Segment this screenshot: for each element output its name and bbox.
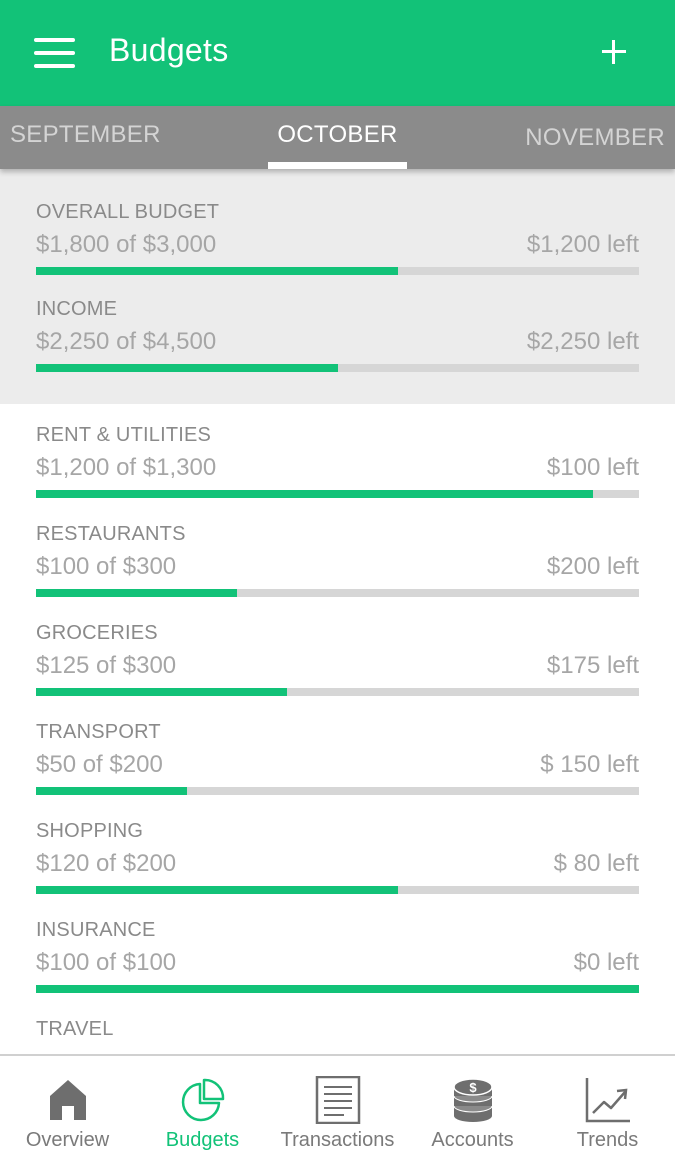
budget-amount: $1,800 of $3,000 bbox=[36, 231, 217, 258]
month-selector: SEPTEMBER OCTOBER NOVEMBER bbox=[0, 106, 675, 169]
tab-accounts[interactable]: $ Accounts bbox=[405, 1056, 540, 1163]
budget-progress-track bbox=[36, 364, 639, 372]
category-row-insurance[interactable]: INSURANCE $100 of $100 $0 left bbox=[36, 919, 639, 1009]
tab-overview[interactable]: Overview bbox=[0, 1056, 135, 1163]
line-chart-icon bbox=[585, 1078, 630, 1123]
category-progress-fill bbox=[36, 985, 639, 993]
month-tab-previous[interactable]: SEPTEMBER bbox=[10, 121, 161, 149]
category-remaining: $100 left bbox=[546, 454, 639, 481]
category-title: TRANSPORT bbox=[36, 721, 161, 743]
tab-label: Transactions bbox=[280, 1129, 395, 1151]
category-progress-fill bbox=[36, 589, 237, 597]
budget-title: OVERALL BUDGET bbox=[36, 201, 220, 223]
category-title: RESTAURANTS bbox=[36, 523, 186, 545]
category-progress-fill bbox=[36, 490, 593, 498]
add-budget-plus-icon[interactable] bbox=[598, 36, 630, 68]
income-row[interactable]: INCOME $2,250 of $4,500 $2,250 left bbox=[36, 298, 639, 388]
category-amount: $50 of $200 bbox=[36, 751, 163, 778]
category-title: SHOPPING bbox=[36, 820, 144, 842]
overall-budget-row[interactable]: OVERALL BUDGET $1,800 of $3,000 $1,200 l… bbox=[36, 201, 639, 291]
home-icon bbox=[49, 1080, 86, 1120]
budget-progress-fill bbox=[36, 364, 338, 372]
tab-budgets[interactable]: Budgets bbox=[135, 1056, 270, 1163]
category-progress-track bbox=[36, 787, 639, 795]
category-row-transport[interactable]: TRANSPORT $50 of $200 $ 150 left bbox=[36, 721, 639, 811]
budget-title: INCOME bbox=[36, 298, 118, 320]
category-title: TRAVEL bbox=[36, 1018, 114, 1040]
pie-chart-icon bbox=[181, 1078, 224, 1122]
category-amount: $1,200 of $1,300 bbox=[36, 454, 217, 481]
category-progress-track bbox=[36, 490, 639, 498]
category-amount: $100 of $100 bbox=[36, 949, 177, 976]
category-remaining: $ 150 left bbox=[540, 751, 639, 778]
month-tab-current[interactable]: OCTOBER bbox=[268, 121, 407, 149]
category-progress-track bbox=[36, 985, 639, 993]
category-row-groceries[interactable]: GROCERIES $125 of $300 $175 left bbox=[36, 622, 639, 712]
category-progress-track bbox=[36, 688, 639, 696]
bottom-tab-bar: Overview Budgets Transactions $ Accounts… bbox=[0, 1054, 675, 1163]
category-title: GROCERIES bbox=[36, 622, 158, 644]
category-remaining: $200 left bbox=[546, 553, 639, 580]
category-row-rent-utilities[interactable]: RENT & UTILITIES $1,200 of $1,300 $100 l… bbox=[36, 424, 639, 514]
tab-label: Budgets bbox=[165, 1129, 240, 1151]
app-header: Budgets bbox=[0, 0, 675, 106]
hamburger-menu-icon[interactable] bbox=[34, 38, 76, 70]
tab-trends[interactable]: Trends bbox=[540, 1056, 675, 1163]
category-row-shopping[interactable]: SHOPPING $120 of $200 $ 80 left bbox=[36, 820, 639, 910]
category-row-restaurants[interactable]: RESTAURANTS $100 of $300 $200 left bbox=[36, 523, 639, 613]
category-remaining: $175 left bbox=[546, 652, 639, 679]
page-title: Budgets bbox=[109, 32, 229, 68]
category-progress-fill bbox=[36, 688, 288, 696]
budget-amount: $2,250 of $4,500 bbox=[36, 328, 217, 355]
category-title: INSURANCE bbox=[36, 919, 156, 941]
budget-remaining: $2,250 left bbox=[526, 328, 639, 355]
category-progress-track bbox=[36, 886, 639, 894]
month-selected-indicator bbox=[268, 162, 407, 169]
svg-text:$: $ bbox=[469, 1080, 477, 1095]
tab-transactions[interactable]: Transactions bbox=[270, 1056, 405, 1163]
coin-stack-icon: $ bbox=[452, 1078, 493, 1122]
category-remaining: $ 80 left bbox=[553, 850, 639, 877]
tab-label: Overview bbox=[25, 1129, 110, 1151]
budget-remaining: $1,200 left bbox=[526, 231, 639, 258]
category-progress-fill bbox=[36, 787, 187, 795]
tab-label: Accounts bbox=[431, 1129, 514, 1151]
category-title: RENT & UTILITIES bbox=[36, 424, 212, 446]
category-amount: $120 of $200 bbox=[36, 850, 177, 877]
tab-label: Trends bbox=[576, 1129, 639, 1151]
category-amount: $125 of $300 bbox=[36, 652, 177, 679]
category-progress-fill bbox=[36, 886, 398, 894]
category-remaining: $0 left bbox=[573, 949, 639, 976]
month-tab-next[interactable]: NOVEMBER bbox=[525, 124, 665, 152]
document-list-icon bbox=[315, 1076, 360, 1124]
category-amount: $100 of $300 bbox=[36, 553, 177, 580]
category-progress-track bbox=[36, 589, 639, 597]
budget-progress-fill bbox=[36, 267, 398, 275]
budget-progress-track bbox=[36, 267, 639, 275]
